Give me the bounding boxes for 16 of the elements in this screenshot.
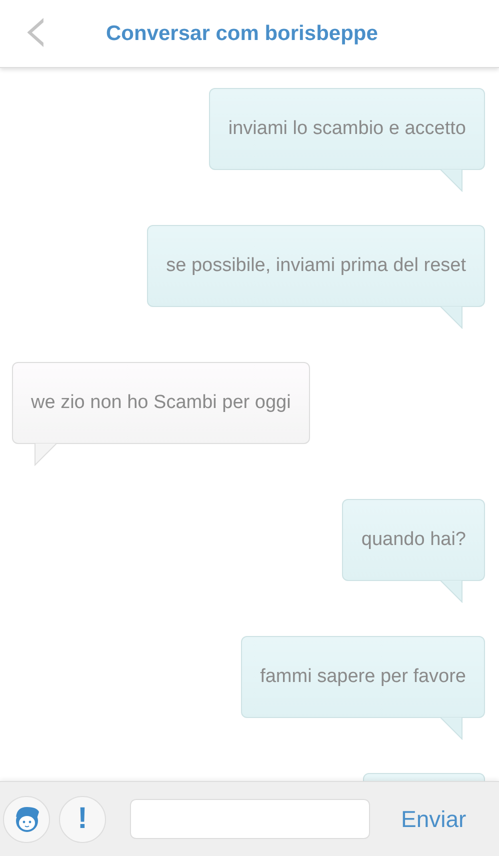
- chat-title: Conversar com borisbeppe: [106, 22, 378, 46]
- message-bubble: inviami lo scambio e accetto: [209, 88, 485, 170]
- avatar-button[interactable]: [3, 796, 50, 842]
- back-button[interactable]: ‹: [22, 0, 50, 58]
- send-button[interactable]: Enviar: [401, 806, 466, 832]
- message-bubble: we zio non ho Scambi per oggi: [12, 362, 310, 444]
- bubble-tail: [439, 717, 463, 740]
- bubble-tail: [34, 443, 58, 466]
- message-bubble: quando hai?: [342, 499, 485, 581]
- message-bubble: se possibile, inviami prima del reset: [147, 225, 485, 307]
- bubble-tail: [439, 169, 463, 192]
- message-field[interactable]: [130, 799, 370, 839]
- message-bubble: fammi sapere per favore: [241, 636, 485, 718]
- alert-button[interactable]: !: [59, 796, 106, 842]
- bubble-tail: [439, 580, 463, 603]
- bubble-tail: [439, 306, 463, 329]
